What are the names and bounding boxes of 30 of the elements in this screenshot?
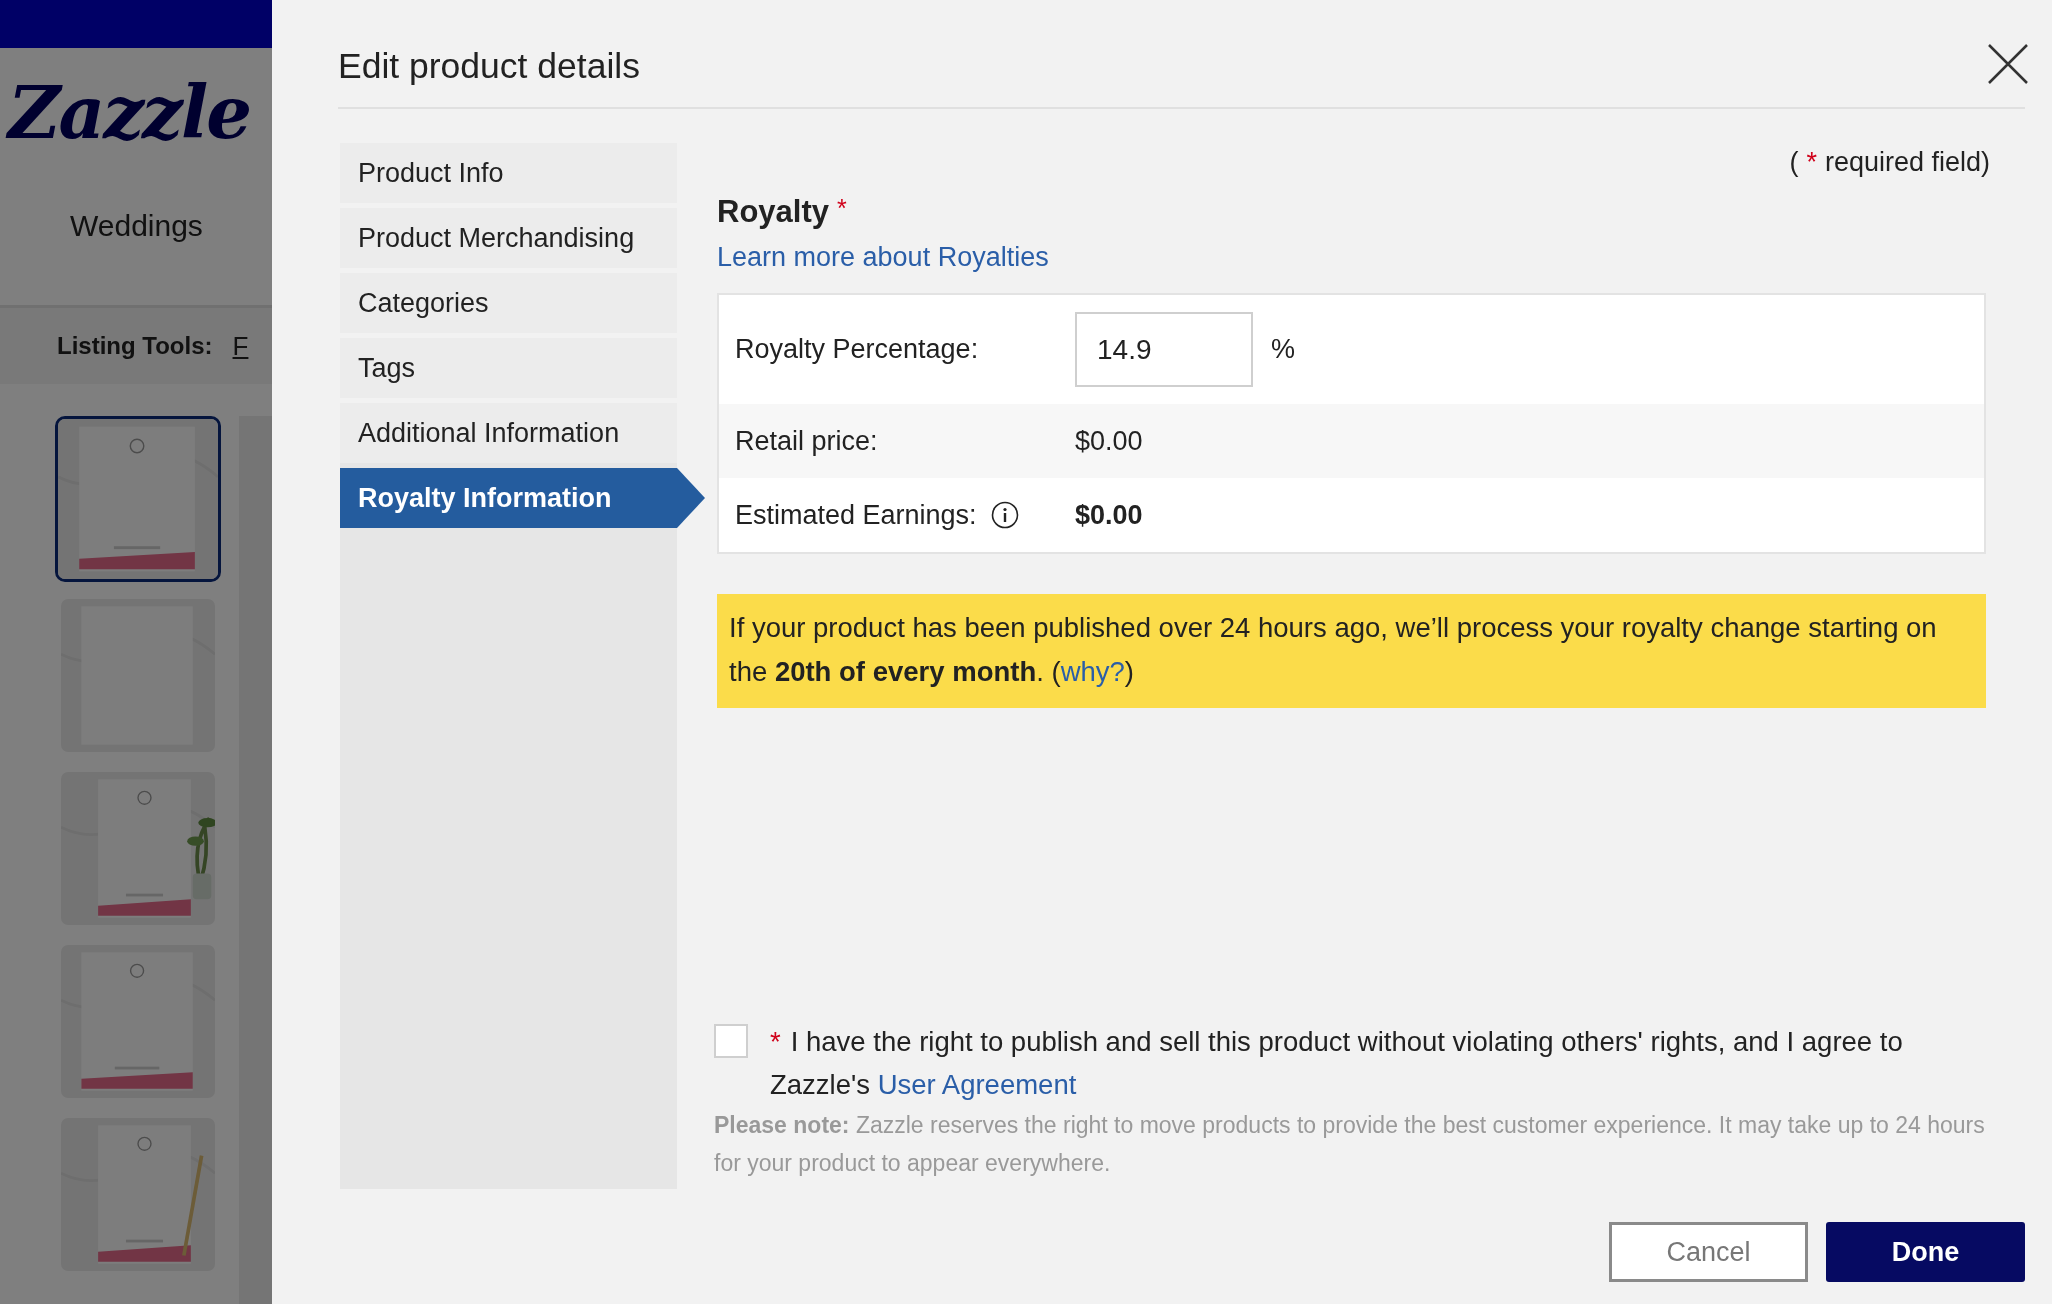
cancel-button[interactable]: Cancel: [1609, 1222, 1808, 1282]
value-text: $0.00: [1075, 499, 1143, 531]
listing-tools-link[interactable]: F: [232, 330, 249, 362]
dialog-title: Edit product details: [338, 46, 640, 87]
required-asterisk: *: [1806, 147, 1817, 178]
close-icon[interactable]: [1987, 42, 2029, 85]
royalty-percentage-field[interactable]: 14.9: [1075, 312, 1253, 387]
required-note: required field): [1824, 147, 1990, 178]
learn-more-link[interactable]: Learn more about Royalties: [717, 242, 1049, 273]
why-link[interactable]: why?: [1060, 656, 1125, 687]
notice-banner: If your product has been published over 24 hours ago, we’ll process your royalty change starting on the 20th of every month. (why?): [717, 594, 1986, 708]
row-label: Royalty Percentage:: [735, 334, 979, 365]
note-text: Please note: Zazzle reserves the right to move products to provide the best customer experience. It may take up to 24 hours for your product to appear everywhere.: [714, 1111, 1986, 1178]
agreement-text: * I have the right to publish and sell this product without violating others' rights, and I agree to Zazzle's User Agreement: [770, 1025, 1904, 1102]
done-button[interactable]: Done: [1826, 1222, 2025, 1282]
unit-label: %: [1271, 334, 1295, 365]
section-title: Royalty: [717, 194, 829, 230]
info-icon[interactable]: [990, 501, 1019, 529]
required-note: (: [1789, 147, 1799, 178]
user-agreement-link[interactable]: User Agreement: [877, 1069, 1077, 1100]
sidebar-tab[interactable]: Royalty Information: [340, 468, 705, 528]
required-asterisk: *: [837, 194, 847, 223]
sidebar-tab[interactable]: Product Info: [340, 143, 677, 203]
nav-item[interactable]: Weddings: [70, 209, 203, 243]
row-label: Retail price:: [735, 425, 878, 457]
listing-tools-label: Listing Tools:: [57, 332, 213, 360]
agreement-checkbox[interactable]: [714, 1024, 748, 1058]
row-label: Estimated Earnings:: [735, 499, 977, 531]
value-text: $0.00: [1075, 425, 1143, 457]
required-asterisk: *: [770, 1026, 781, 1057]
